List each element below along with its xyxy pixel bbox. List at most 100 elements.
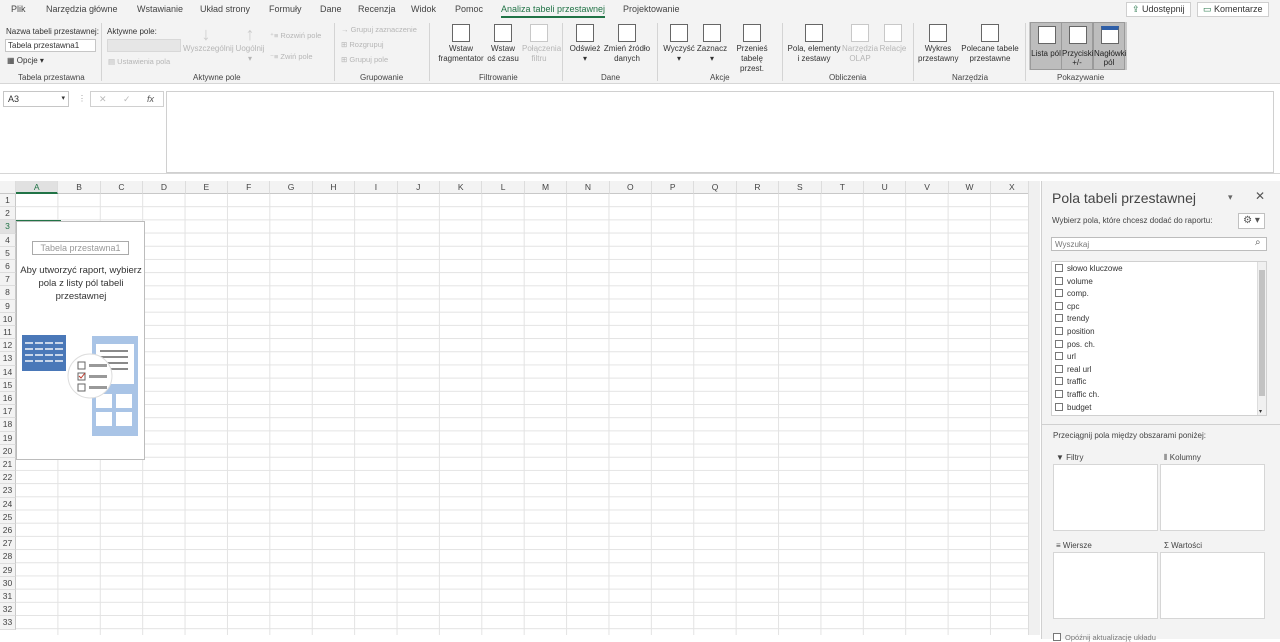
row-header[interactable]: 5 [0,246,16,260]
close-icon[interactable]: ✕ [1255,189,1265,203]
row-header[interactable]: 2 [0,207,16,221]
column-header[interactable]: J [397,181,440,194]
insert-slicer-button[interactable]: Wstaw fragmentator [435,24,487,64]
row-header[interactable]: 28 [0,550,16,564]
tab-data[interactable]: Dane [320,4,342,14]
insert-function-icon[interactable]: fx [147,94,154,104]
tab-help[interactable]: Pomoc [455,4,483,14]
pane-options-icon[interactable]: ▾ [1228,192,1233,203]
field-checkbox[interactable] [1055,289,1063,298]
row-header[interactable]: 1 [0,194,16,208]
field-checkbox[interactable] [1055,301,1063,310]
row-header[interactable]: 15 [0,378,16,392]
scroll-down-icon[interactable]: ▾ [1259,408,1262,415]
expand-field-button[interactable]: ⁺≡ Rozwiń pole [270,31,321,40]
column-header[interactable]: L [482,181,525,194]
insert-timeline-button[interactable]: Wstaw oś czasu [487,24,519,64]
column-header[interactable]: O [609,181,652,194]
field-checkbox[interactable] [1055,402,1063,411]
active-field-input[interactable] [107,39,181,52]
tab-file[interactable]: Plik [11,4,26,14]
drill-up-button[interactable]: ↑ Uogólnij ▾ [234,24,266,64]
field-item[interactable]: traffic [1055,377,1086,389]
column-header[interactable]: E [185,181,228,194]
field-checkbox[interactable] [1055,276,1063,285]
column-header[interactable]: W [948,181,992,194]
row-header[interactable]: 30 [0,576,16,590]
row-header[interactable]: 13 [0,352,16,366]
collapse-field-button[interactable]: ⁻≡ Zwiń pole [270,52,313,61]
field-list-toggle[interactable]: Lista pól [1030,22,1062,70]
field-item[interactable]: real url [1055,364,1091,377]
field-item[interactable]: budget [1055,402,1091,415]
vertical-scrollbar[interactable] [1028,181,1040,635]
column-header[interactable]: U [864,181,907,194]
row-header[interactable]: 22 [0,471,16,485]
olap-tools-button[interactable]: Narzędzia OLAP [842,24,878,64]
select-all-corner[interactable] [0,181,16,194]
column-header[interactable]: C [100,181,144,194]
row-header[interactable]: 4 [0,233,16,247]
scroll-thumb[interactable] [1259,270,1265,396]
row-header[interactable]: 31 [0,590,16,604]
share-button[interactable]: ⇪ Udostępnij [1126,2,1191,17]
row-header[interactable]: 24 [0,497,16,511]
clear-button[interactable]: Wyczyść ▾ [662,24,696,64]
field-list-scrollbar[interactable]: ▾ [1257,262,1266,415]
column-header[interactable]: X [991,181,1028,194]
row-header[interactable]: 14 [0,365,16,379]
fields-items-button[interactable]: Pola, elementy i zestawy [787,24,841,64]
row-header[interactable]: 8 [0,286,16,300]
field-item[interactable]: traffic ch. [1055,390,1099,402]
tab-view[interactable]: Widok [411,4,436,14]
move-pivot-button[interactable]: Przenieś tabelę przest. [728,24,776,74]
row-header[interactable]: 7 [0,273,16,287]
tab-review[interactable]: Recenzja [358,4,396,14]
relationships-button[interactable]: Relacje [878,24,908,54]
column-header[interactable]: P [652,181,695,194]
field-search-input[interactable]: Wyszukaj [1051,237,1267,251]
drill-down-button[interactable]: ↓ Wyszczególnij [183,24,234,54]
column-header[interactable]: F [228,181,271,194]
row-header[interactable]: 16 [0,392,16,406]
field-item[interactable]: cpc [1055,301,1079,314]
column-header[interactable]: N [567,181,610,194]
row-header[interactable]: 3 [0,220,16,234]
search-icon[interactable]: ⌕ [1255,237,1261,248]
cells-area[interactable] [16,194,1028,635]
row-header[interactable]: 27 [0,537,16,551]
column-header[interactable]: A [16,181,59,194]
field-item[interactable]: comp. [1055,289,1089,301]
column-header[interactable]: Q [694,181,737,194]
row-header[interactable]: 10 [0,312,16,326]
row-header[interactable]: 21 [0,458,16,472]
tab-formulas[interactable]: Formuły [269,4,302,14]
row-header[interactable]: 33 [0,616,16,630]
row-header[interactable]: 29 [0,563,16,577]
row-header[interactable]: 32 [0,603,16,617]
column-header[interactable]: B [58,181,101,194]
buttons-toggle[interactable]: Przyciski +/- [1061,22,1094,70]
options-button[interactable]: ▦ Opcje ▾ [7,56,44,65]
field-checkbox[interactable] [1055,377,1063,386]
pivot-name-input[interactable]: Tabela przestawna1 [5,39,96,52]
formula-input[interactable] [166,91,1274,173]
field-checkbox[interactable] [1055,364,1063,373]
row-header[interactable]: 6 [0,260,16,274]
select-button[interactable]: Zaznacz ▾ [696,24,728,64]
column-header[interactable]: D [143,181,186,194]
change-source-button[interactable]: Zmień źródło danych [603,24,651,64]
column-header[interactable]: R [736,181,780,194]
row-header[interactable]: 26 [0,524,16,538]
row-header[interactable]: 23 [0,484,16,498]
filter-connections-button[interactable]: Połączenia filtru [522,24,561,64]
enter-icon[interactable]: ✓ [123,94,131,105]
tab-page-layout[interactable]: Układ strony [200,4,250,14]
recommended-pivots-button[interactable]: Polecane tabele przestawne [960,24,1020,64]
field-checkbox[interactable] [1055,314,1063,323]
column-header[interactable]: S [779,181,822,194]
group-selection-button[interactable]: → Grupuj zaznaczenie [341,25,417,34]
tab-design[interactable]: Projektowanie [623,4,680,14]
field-item[interactable]: position [1055,327,1095,339]
filters-area[interactable] [1053,464,1158,531]
